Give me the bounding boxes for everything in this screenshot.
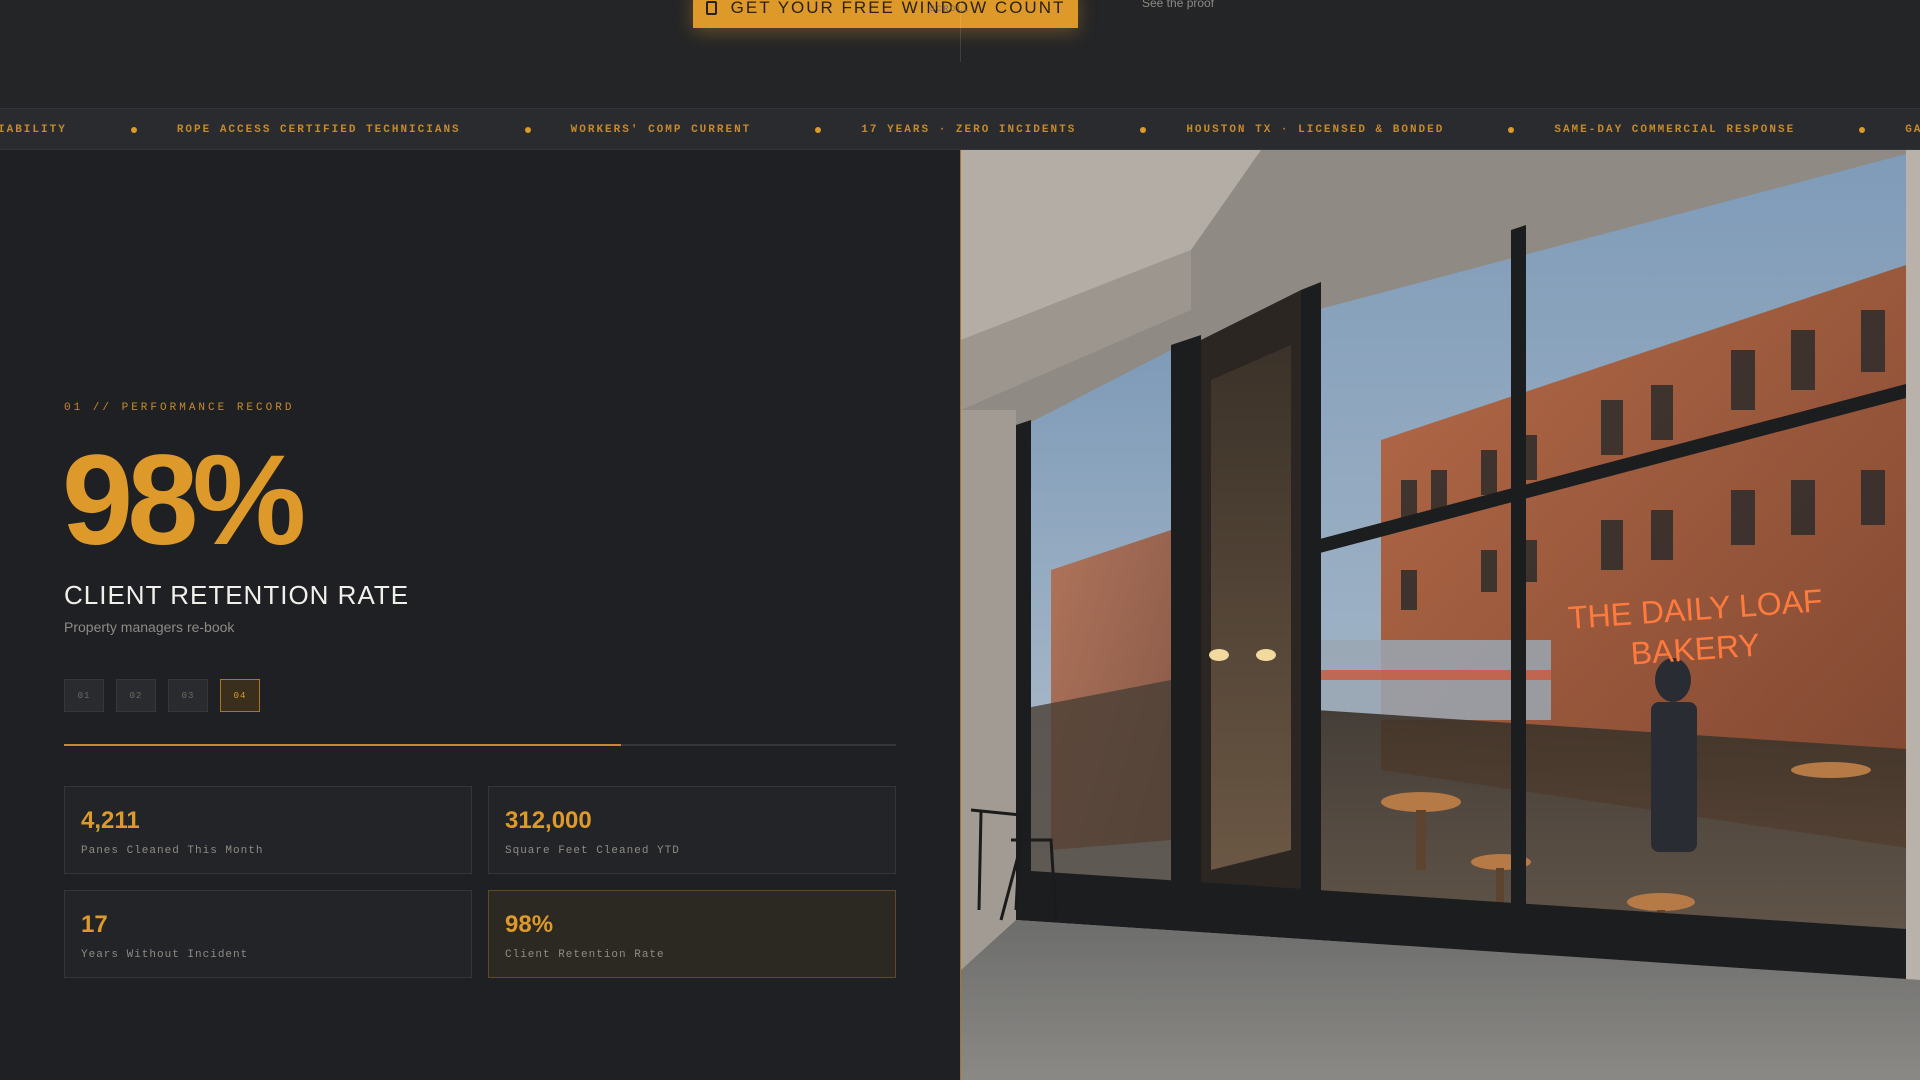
ticker-dot	[815, 127, 822, 133]
ticker-item: 17 YEARS · ZERO INCIDENTS	[861, 124, 1077, 136]
ticker-item: ROPE ACCESS CERTIFIED TECHNICIANS	[176, 124, 461, 136]
stats-grid: 4,211 Panes Cleaned This Month 312,000 S…	[64, 786, 896, 978]
stat-stepper: 01 02 03 04	[64, 679, 260, 712]
stat-card-value: 312,000	[505, 807, 592, 834]
stat-card-label: Client Retention Rate	[505, 949, 665, 961]
step-button-01[interactable]: 01	[64, 679, 104, 712]
stat-card-value: 4,211	[81, 807, 140, 834]
stat-card-label: Years Without Incident	[81, 949, 249, 961]
ticker-item: GALLERIA · RIVER OA	[1905, 124, 1920, 136]
see-proof-link[interactable]: See the proof	[1142, 0, 1214, 10]
ticker-item: IABILITY	[0, 124, 67, 136]
ticker-dot	[130, 127, 137, 133]
progress-fill	[64, 744, 622, 746]
stat-card-value: 98%	[505, 911, 554, 938]
scroll-label: SCROLL	[930, 5, 971, 14]
ticker-dot	[1859, 127, 1866, 133]
clipboard-icon	[705, 1, 717, 15]
stat-subtitle: Property managers re-book	[64, 619, 235, 635]
storefront-illustration: THE DAILY LOAF BAKERY	[961, 150, 1920, 1080]
credentials-ticker: IABILITY ROPE ACCESS CERTIFIED TECHNICIA…	[0, 108, 1920, 150]
progress-bar	[64, 744, 896, 746]
stat-card-value: 17	[81, 911, 108, 938]
ticker-item: SAME-DAY COMMERCIAL RESPONSE	[1554, 124, 1796, 136]
ticker-dot	[1508, 127, 1515, 133]
stat-card: 4,211 Panes Cleaned This Month	[64, 786, 472, 874]
stat-card-label: Panes Cleaned This Month	[81, 845, 264, 857]
stat-card: 17 Years Without Incident	[64, 890, 472, 978]
section-eyebrow: 01 // PERFORMANCE RECORD	[64, 402, 295, 414]
ticker-dot	[1140, 127, 1147, 133]
storefront-photo: THE DAILY LOAF BAKERY	[960, 150, 1920, 1080]
cta-label: GET YOUR FREE WINDOW COUNT	[730, 0, 1066, 17]
stat-title: CLIENT RETENTION RATE	[64, 580, 410, 610]
ticker-item: HOUSTON TX · LICENSED & BONDED	[1186, 124, 1445, 136]
step-button-02[interactable]: 02	[116, 679, 156, 712]
step-button-03[interactable]: 03	[168, 679, 208, 712]
free-window-count-button[interactable]: GET YOUR FREE WINDOW COUNT	[693, 0, 1078, 28]
stat-card-active: 98% Client Retention Rate	[488, 890, 896, 978]
ticker-dot	[524, 127, 531, 133]
step-button-04[interactable]: 04	[220, 679, 260, 712]
stat-card-label: Square Feet Cleaned YTD	[505, 845, 680, 857]
ticker-item: WORKERS' COMP CURRENT	[570, 124, 752, 136]
performance-panel: 01 // PERFORMANCE RECORD 98% CLIENT RETE…	[0, 150, 960, 1080]
stat-card: 312,000 Square Feet Cleaned YTD	[488, 786, 896, 874]
hero-strip: GET YOUR FREE WINDOW COUNT SCROLL See th…	[0, 0, 1920, 108]
headline-stat: 98%	[62, 429, 306, 572]
